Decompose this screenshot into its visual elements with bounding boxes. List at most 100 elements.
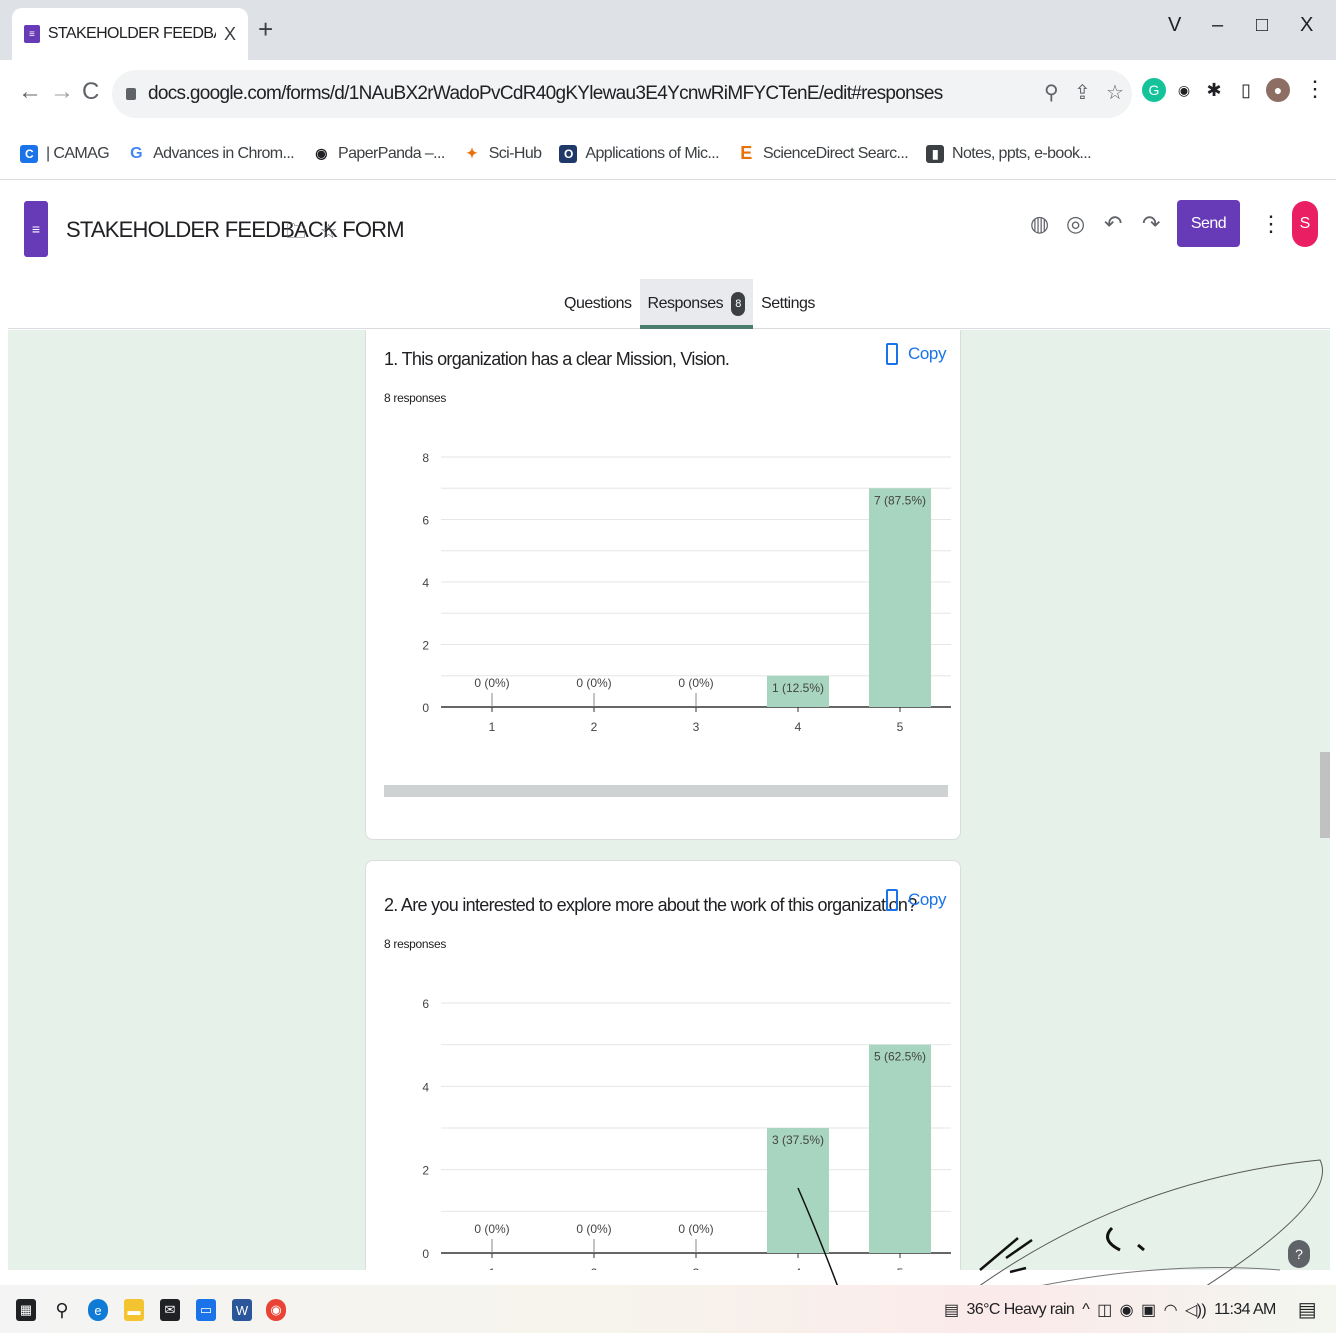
- chevron-up-icon[interactable]: ^: [1082, 1301, 1090, 1319]
- bookmarks-bar: C | CAMAG G Advances in Chrom... ◉ Paper…: [0, 128, 1336, 180]
- chrome-tray-icon[interactable]: ◉: [1120, 1300, 1134, 1320]
- grammarly-extension-icon[interactable]: G: [1142, 78, 1166, 102]
- forms-header: ≡ STAKEHOLDER FEEDBACK FORM 🗀 ☆ ◍ ◎ ↶ ↷ …: [8, 181, 1330, 329]
- google-icon: G: [127, 144, 146, 163]
- maximize-button[interactable]: □: [1256, 14, 1268, 37]
- form-title-actions: 🗀 ☆: [286, 217, 338, 251]
- new-tab-button[interactable]: +: [258, 14, 273, 45]
- question-card-2: 2. Are you interested to explore more ab…: [365, 860, 961, 1270]
- bookmark-advances-in-chrom[interactable]: G Advances in Chrom...: [127, 144, 295, 163]
- undo-icon[interactable]: ↶: [1104, 211, 1122, 237]
- bookmark-sciencedirect[interactable]: E ScienceDirect Searc...: [736, 143, 909, 163]
- question-title: 2. Are you interested to explore more ab…: [384, 895, 917, 915]
- camera-icon[interactable]: ◫: [1097, 1300, 1112, 1320]
- google-forms-logo-icon[interactable]: ≡: [24, 201, 48, 257]
- search-icon[interactable]: ⚲: [52, 1299, 72, 1321]
- bookmark-star-icon[interactable]: ☆: [1106, 80, 1124, 105]
- reload-icon[interactable]: C: [82, 78, 99, 106]
- mail-icon[interactable]: ✉: [160, 1299, 180, 1321]
- minimize-button[interactable]: –: [1212, 14, 1223, 37]
- network-icon[interactable]: ▣: [1141, 1300, 1156, 1320]
- x-tick-label: 3: [693, 1266, 700, 1270]
- edge-browser-icon[interactable]: e: [88, 1299, 108, 1321]
- bookmark-camag[interactable]: C | CAMAG: [20, 144, 110, 163]
- bookmark-label: Applications of Mic...: [585, 144, 719, 162]
- weather-icon: ▤: [944, 1301, 959, 1319]
- tab-responses[interactable]: Responses 8: [639, 279, 754, 329]
- x-tick-label: 4: [795, 720, 802, 734]
- tab-questions[interactable]: Questions: [556, 279, 640, 329]
- side-panel-icon[interactable]: ▯: [1234, 78, 1258, 102]
- bookmark-paperpanda[interactable]: ◉ PaperPanda –...: [312, 144, 445, 163]
- y-tick-label: 0: [422, 1247, 429, 1261]
- bookmark-notes-ppts[interactable]: ▮ Notes, ppts, e-book...: [926, 144, 1092, 163]
- avatar[interactable]: S: [1292, 201, 1318, 247]
- close-window-button[interactable]: X: [1300, 14, 1313, 37]
- lock-icon: [126, 88, 136, 100]
- windows-start-icon[interactable]: ▦: [16, 1299, 36, 1321]
- weather-text[interactable]: 36°C Heavy rain: [967, 1301, 1075, 1319]
- customize-theme-palette-icon[interactable]: ◍: [1030, 211, 1049, 237]
- star-icon[interactable]: ☆: [320, 221, 338, 243]
- responses-area[interactable]: 1. This organization has a clear Mission…: [8, 330, 1330, 1270]
- computer-icon[interactable]: ▭: [196, 1299, 216, 1321]
- clock-time[interactable]: 11:34 AM: [1214, 1301, 1276, 1319]
- zoom-icon[interactable]: ⚲: [1044, 80, 1059, 105]
- responses-count-badge: 8: [731, 292, 746, 316]
- move-to-folder-icon[interactable]: 🗀: [286, 221, 306, 243]
- chrome-menu-icon[interactable]: ⋮: [1304, 76, 1326, 102]
- circle-logo-icon: O: [559, 144, 578, 163]
- back-arrow-icon[interactable]: ←: [18, 78, 42, 106]
- share-icon[interactable]: ⇪: [1074, 80, 1091, 105]
- y-tick-label: 8: [422, 451, 429, 465]
- page-vertical-scrollbar[interactable]: [1320, 752, 1330, 838]
- data-label: 0 (0%): [678, 1222, 713, 1236]
- browser-toolbar: ← → C docs.google.com/forms/d/1NAuBX2rWa…: [0, 60, 1336, 128]
- bar-chart: 0 2 4 6 0 (0%) 1 0 (0%) 2 0 (0%) 3 3 (37.5%) 4 5 (62…: [422, 997, 951, 1270]
- data-label: 5 (62.5%): [874, 1050, 926, 1064]
- x-tick-label: 2: [591, 1266, 598, 1270]
- copy-chart-button[interactable]: Copy: [886, 889, 946, 911]
- file-explorer-icon[interactable]: ▬: [124, 1299, 144, 1321]
- bookmark-applications-of-mic[interactable]: O Applications of Mic...: [559, 144, 720, 163]
- send-button[interactable]: Send: [1177, 200, 1240, 247]
- data-label: 0 (0%): [678, 676, 713, 690]
- panda-extension-icon[interactable]: ◉: [1172, 78, 1196, 102]
- volume-icon[interactable]: ◁)): [1185, 1300, 1207, 1320]
- tab-search-icon[interactable]: V: [1168, 14, 1181, 37]
- browser-tab-strip: ≡ STAKEHOLDER FEEDBACK FORM X + V – □ X: [0, 0, 1336, 60]
- form-title[interactable]: STAKEHOLDER FEEDBACK FORM: [66, 217, 405, 243]
- browser-tab-title: STAKEHOLDER FEEDBACK FORM: [47, 25, 216, 42]
- copy-icon: [886, 889, 898, 911]
- forms-favicon-icon: ≡: [24, 25, 40, 43]
- copy-label: Copy: [908, 344, 947, 363]
- browser-tab[interactable]: ≡ STAKEHOLDER FEEDBACK FORM X: [12, 8, 248, 60]
- redo-icon[interactable]: ↷: [1142, 211, 1160, 237]
- close-tab-icon[interactable]: X: [224, 24, 236, 45]
- tab-responses-label: Responses: [647, 295, 724, 312]
- y-tick-label: 2: [422, 1164, 429, 1178]
- profile-avatar-icon[interactable]: ●: [1266, 78, 1290, 102]
- x-tick-label: 5: [897, 720, 904, 734]
- system-tray: ▤ 36°C Heavy rain ^ ◫ ◉ ▣ ◠ ◁)) 11:34 AM…: [944, 1297, 1324, 1322]
- forward-arrow-icon[interactable]: →: [50, 78, 74, 106]
- y-tick-label: 4: [422, 576, 429, 590]
- more-options-icon[interactable]: ⋮: [1260, 211, 1282, 237]
- copy-chart-button[interactable]: Copy: [886, 343, 946, 365]
- word-icon[interactable]: W: [232, 1299, 252, 1321]
- bookmark-sci-hub[interactable]: ✦ Sci-Hub: [462, 144, 542, 163]
- tab-settings[interactable]: Settings: [753, 279, 823, 329]
- notification-icon[interactable]: ▤: [1298, 1297, 1317, 1322]
- wifi-icon[interactable]: ◠: [1164, 1300, 1178, 1320]
- preview-eye-icon[interactable]: ◎: [1066, 211, 1085, 237]
- chart-horizontal-scrollbar[interactable]: [384, 785, 948, 797]
- x-tick-label: 4: [795, 1266, 802, 1270]
- chrome-icon[interactable]: ◉: [266, 1299, 286, 1321]
- data-label: 1 (12.5%): [772, 681, 824, 695]
- data-label: 7 (87.5%): [874, 493, 926, 507]
- extensions-puzzle-icon[interactable]: ✱: [1202, 78, 1226, 102]
- question-title: 1. This organization has a clear Mission…: [384, 349, 730, 369]
- y-tick-label: 0: [422, 701, 429, 715]
- address-bar[interactable]: docs.google.com/forms/d/1NAuBX2rWadoPvCd…: [112, 70, 1132, 118]
- help-icon[interactable]: ?: [1288, 1240, 1310, 1268]
